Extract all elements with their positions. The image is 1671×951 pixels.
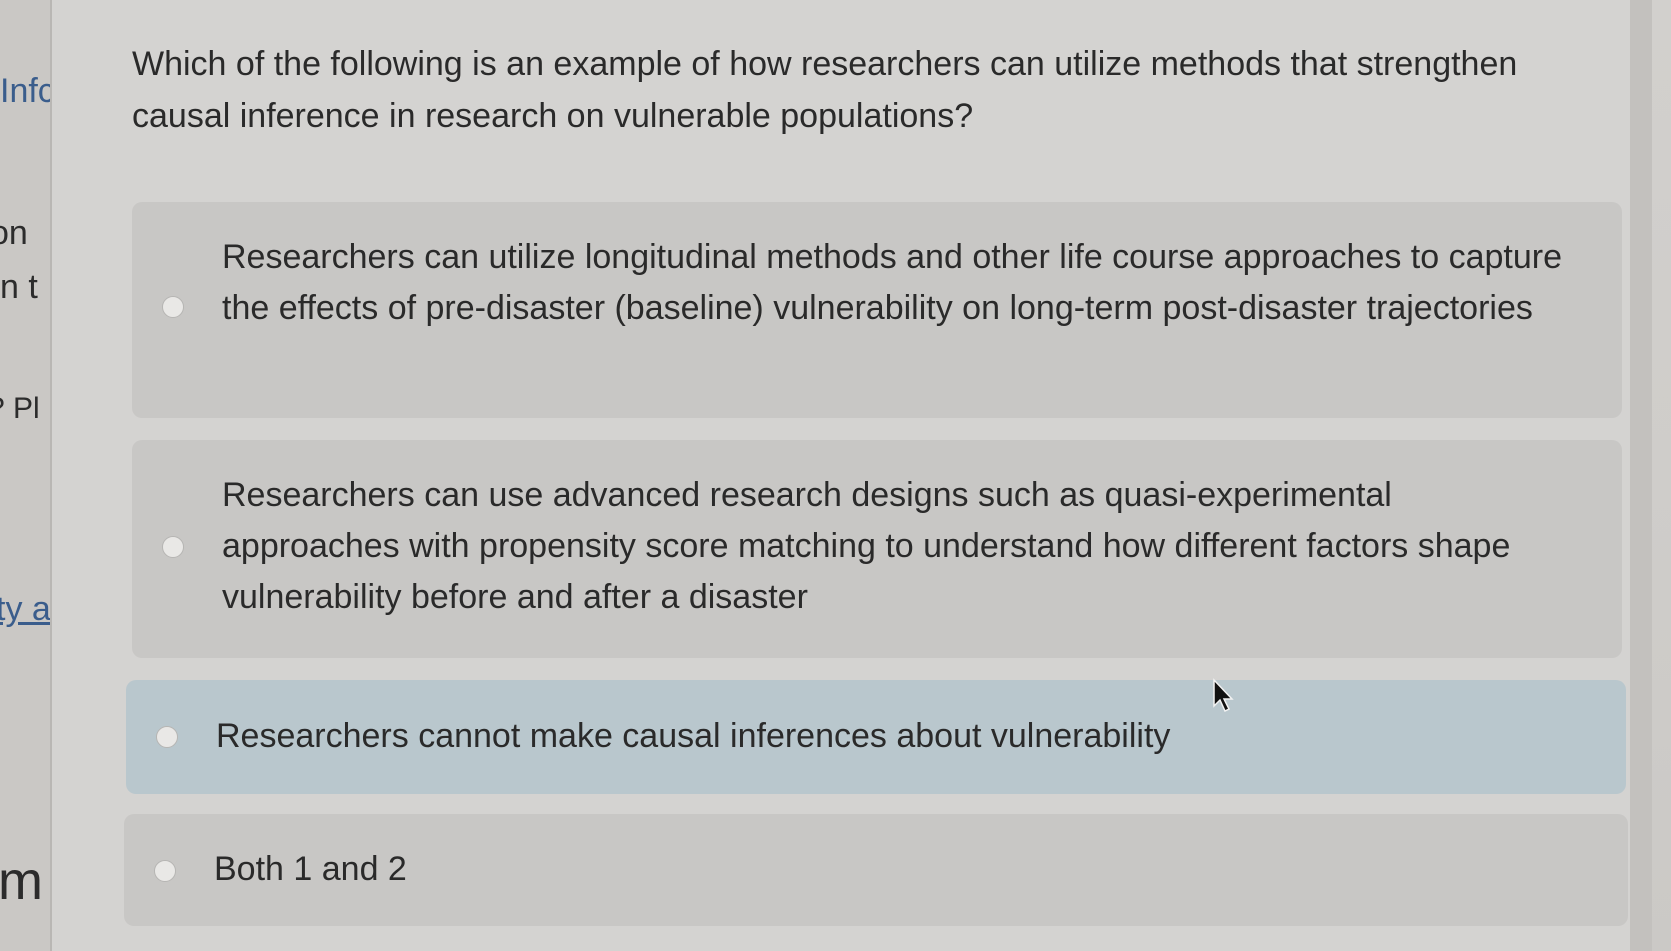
sidebar-fragment-2: on [0,214,28,252]
answer-option-1-label: Researchers can utilize longitudinal met… [222,238,1563,327]
question-panel: Which of the following is an example of … [52,0,1652,951]
sidebar-fragment-3: n t [0,268,38,306]
answer-option-1[interactable]: Researchers can utilize longitudinal met… [132,202,1622,418]
answer-option-2[interactable]: Researchers can use advanced research de… [132,440,1622,658]
answer-option-4[interactable]: Both 1 and 2 [124,814,1628,926]
sidebar-fragment-1[interactable]: Infc [0,72,50,111]
answer-option-2-label: Researchers can use advanced research de… [222,476,1511,616]
radio-button-icon[interactable] [154,860,176,882]
left-sidebar: Infc on n t ? Pl ty a m [0,0,52,951]
mouse-pointer-icon [1213,678,1234,713]
screen: Infc on n t ? Pl ty a m Which of the fol… [0,0,1671,951]
answer-option-4-label: Both 1 and 2 [214,850,407,888]
answer-option-3-label: Researchers cannot make causal inference… [216,717,1171,755]
sidebar-fragment-5[interactable]: ty a [0,590,50,629]
question-text: Which of the following is an example of … [132,45,1518,135]
answer-option-3[interactable]: Researchers cannot make causal inference… [126,680,1626,794]
sidebar-fragment-4: ? Pl [0,392,40,425]
radio-button-icon[interactable] [156,726,178,748]
radio-button-icon[interactable] [162,296,184,318]
panel-edge [1630,0,1652,951]
sidebar-fragment-6: m [0,851,43,911]
radio-button-icon[interactable] [162,536,184,558]
